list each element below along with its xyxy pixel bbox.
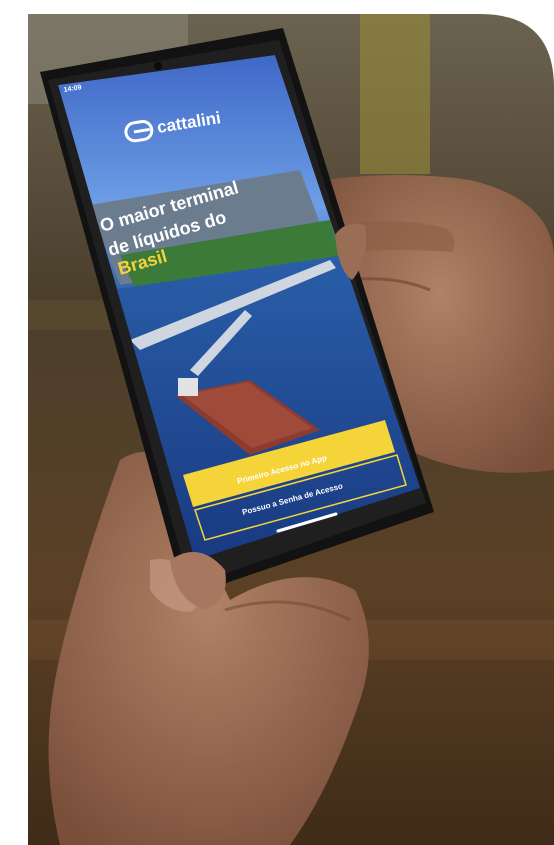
photo: 14:09 cattalini O maior terminal de líqu… — [28, 14, 554, 845]
camera-icon — [154, 62, 162, 70]
